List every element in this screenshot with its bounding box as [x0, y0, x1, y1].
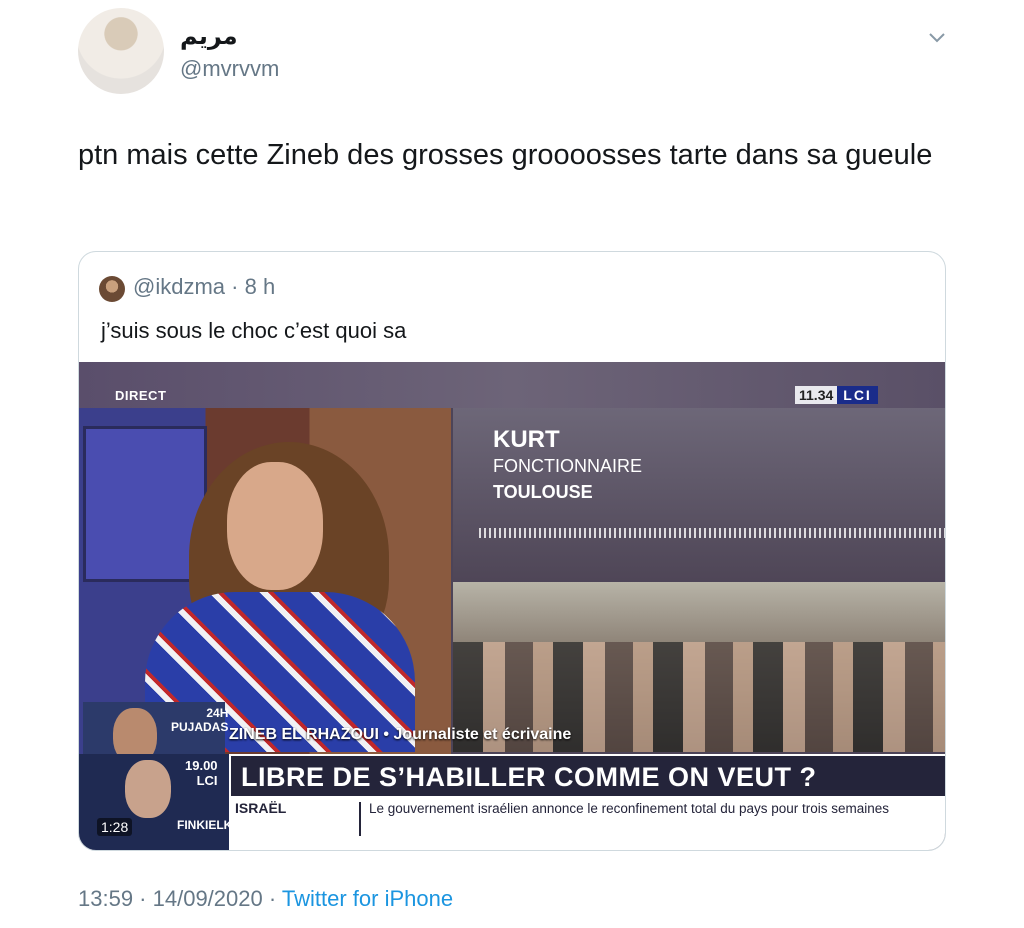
next-show-hour: 19.00: [185, 758, 218, 773]
clock-time: 11.34: [795, 386, 838, 404]
tweet-text: ptn mais cette Zineb des grosses groooos…: [78, 139, 933, 171]
speaker-nameplate: ZINEB EL RHAZOUI • Journaliste et écriva…: [229, 726, 571, 752]
tweet-footer: 13:59 · 14/09/2020 · Twitter for iPhone: [78, 886, 453, 912]
speaker-face: [227, 462, 323, 590]
quoted-tweet-text: j’suis sous le choc c’est quoi sa: [101, 318, 407, 343]
guest-badge-name: PUJADAS: [171, 720, 229, 734]
author-avatar[interactable]: [78, 8, 164, 94]
channel-logo: LCI: [837, 386, 878, 404]
caption-job: FONCTIONNAIRE: [493, 456, 643, 476]
tweet-time[interactable]: 13:59: [78, 886, 133, 911]
next-show-channel: LCI: [196, 773, 218, 788]
audio-waveform: [479, 528, 945, 538]
video-player[interactable]: DIRECT 11.34 LCI 24H PUJADAS KURT FONCTI…: [79, 362, 945, 850]
next-guest-face: [125, 760, 171, 818]
quoted-tweet-age: 8 h: [244, 274, 276, 299]
tweet-source[interactable]: Twitter for iPhone: [282, 886, 453, 911]
live-label: DIRECT: [115, 388, 167, 403]
video-duration: 1:28: [97, 818, 133, 836]
quoted-author-avatar: [99, 276, 125, 302]
speaker-name: ZINEB EL RHAZOUI: [229, 726, 379, 743]
caption-city: TOULOUSE: [493, 482, 593, 502]
chevron-down-icon[interactable]: [928, 28, 946, 46]
quoted-tweet-card[interactable]: @ikdzma · 8 h j’suis sous le choc c’est …: [78, 251, 946, 851]
ticker-topic: ISRAËL: [235, 800, 287, 816]
ticker-separator: [359, 802, 361, 836]
quoted-author-handle: @ikdzma: [133, 274, 226, 299]
footer-separator-2: ·: [262, 886, 282, 911]
quoted-author-meta: @ikdzma · 8 h: [133, 274, 275, 300]
ticker-text: Le gouvernement israélien annonce le rec…: [369, 801, 890, 816]
guest-badge: 24H PUJADAS: [171, 706, 228, 734]
meta-separator: ·: [225, 274, 245, 299]
speaker-role: Journaliste et écrivaine: [393, 726, 572, 743]
tweet-date[interactable]: 14/09/2020: [153, 886, 263, 911]
caption-name: KURT: [493, 426, 560, 453]
next-guest-last: FINKIELKRAUT: [177, 818, 266, 832]
footer-separator: ·: [133, 886, 153, 911]
headline-text: LIBRE DE S’HABILLER COMME ON VEUT ?: [241, 762, 817, 792]
next-show-time: 19.00 LCI: [185, 758, 218, 788]
guest-badge-title: 24H: [206, 706, 229, 720]
channel-clock: 11.34 LCI: [795, 386, 878, 404]
author-handle[interactable]: @mvrvvm: [180, 56, 279, 82]
author-display-name[interactable]: مريم: [180, 22, 238, 51]
nameplate-separator: •: [378, 726, 394, 743]
